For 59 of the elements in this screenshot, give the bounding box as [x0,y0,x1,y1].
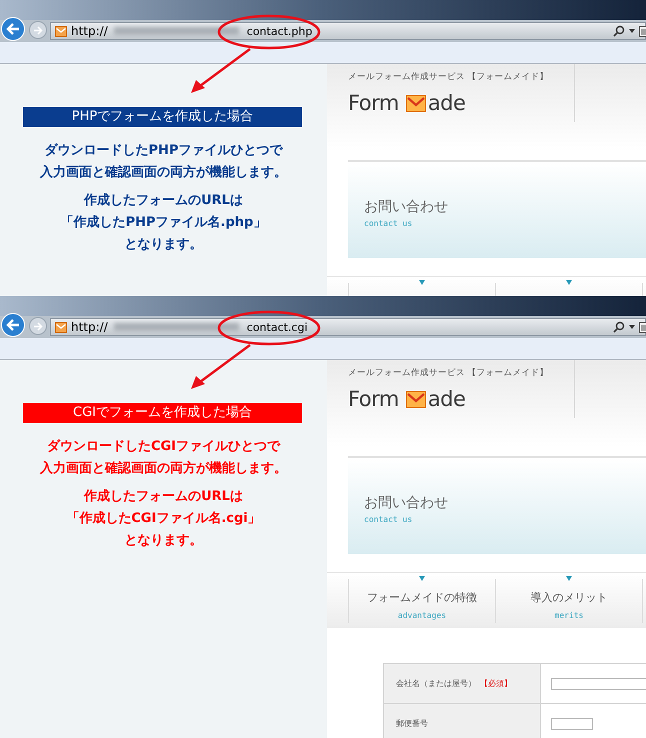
banner-subtitle: contact us [364,514,412,526]
pointer-arrow [191,48,251,93]
required-label: 【必須】 [480,678,512,690]
search-icon[interactable] [613,25,625,37]
description-line: 作成したフォームのURLは [84,192,243,210]
site-tagline: メールフォーム作成サービス 【フォームメイド】 [348,71,550,83]
description-line: となります。 [124,532,202,550]
nav-sublabel: advantages [398,610,446,622]
url-path: contact.php [246,26,312,36]
logo-text: Form [348,388,399,410]
heading-band: CGIでフォームを作成した場合 [23,403,302,423]
back-button[interactable] [1,17,25,41]
logo-text: ade [428,92,466,114]
form-label: 郵便番号 [396,718,428,730]
nav-label: フォームメイドの特徴 [367,591,477,605]
forward-arrow-icon [33,26,43,34]
description-line: 入力画面と確認画面の両方が機能します。 [40,164,287,182]
back-arrow-icon [6,319,20,331]
envelope-icon [55,322,67,332]
description-line: 入力画面と確認画面の両方が機能します。 [40,460,287,478]
logo-text: ade [428,388,466,410]
logo-text: Form [348,92,399,114]
description-line: 「作成したPHPファイル名.php」 [60,214,266,232]
back-arrow-icon [6,23,20,35]
description-line: ダウンロードしたCGIファイルひとつで [46,438,280,456]
form-label: 会社名（または屋号） [396,678,476,690]
heading-band: PHPでフォームを作成した場合 [23,107,302,127]
envelope-logo-icon [406,390,426,408]
caret-icon[interactable] [629,325,635,329]
description-line: 作成したフォームのURLは [84,488,243,506]
search-icon[interactable] [613,321,625,333]
url-path: contact.cgi [246,322,308,332]
page-icon[interactable] [639,26,646,36]
description-line: 「作成したCGIファイル名.cgi」 [66,510,261,528]
caret-icon[interactable] [629,29,635,33]
text-input[interactable] [551,718,593,730]
site-tagline: メールフォーム作成サービス 【フォームメイド】 [348,367,550,379]
url-scheme: http:// [71,25,108,37]
page-icon[interactable] [639,322,646,332]
banner-title: お問い合わせ [364,198,448,216]
triangle-icon [419,280,425,285]
description-line: となります。 [124,236,202,254]
triangle-icon [566,280,572,285]
envelope-icon [55,26,67,36]
banner-title: お問い合わせ [364,494,448,512]
envelope-logo-icon [406,94,426,112]
triangle-icon [566,576,572,581]
address-field[interactable]: http:// contact.cgi [50,318,646,336]
back-button[interactable] [1,313,25,337]
triangle-icon [419,576,425,581]
description-line: ダウンロードしたPHPファイルひとつで [44,142,282,160]
address-field[interactable]: http:// contact.php [50,22,646,40]
nav-tab[interactable]: フォームメイドの特徴 advantages [348,579,495,623]
url-scheme: http:// [71,321,108,333]
nav-sublabel: merits [554,610,584,622]
forward-arrow-icon [33,322,43,330]
pointer-arrow [191,344,251,389]
nav-label: 導入のメリット [530,591,608,605]
banner-subtitle: contact us [364,218,412,230]
